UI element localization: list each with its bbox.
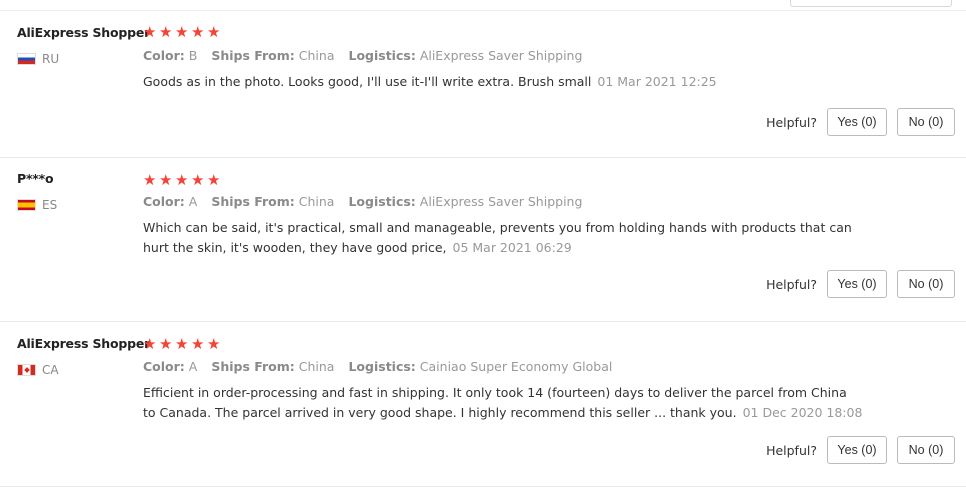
review-text: Goods as in the photo. Looks good, I'll …: [143, 72, 883, 92]
star-icon: ★: [143, 171, 157, 189]
helpful-label: Helpful?: [766, 114, 817, 130]
review-meta: Color: A Ships From: China Logistics: Ca…: [143, 359, 622, 374]
star-icon: ★: [207, 171, 221, 189]
color-value: A: [188, 359, 198, 374]
star-icon: ★: [175, 23, 189, 41]
review-item: P***o ES ★ ★ ★ ★ ★ Color: A Ships From: …: [0, 157, 966, 322]
ships-from-label: Ships From:: [211, 359, 295, 374]
flag-icon: [17, 53, 36, 65]
review-text: Efficient in order-processing and fast i…: [143, 383, 863, 423]
helpful-vote: Helpful? Yes (0) No (0): [766, 270, 966, 298]
country-code: CA: [42, 363, 59, 377]
helpful-no-button[interactable]: No (0): [897, 108, 955, 136]
helpful-no-button[interactable]: No (0): [897, 270, 955, 298]
logistics-value: AliExpress Saver Shipping: [419, 48, 583, 63]
country-code: ES: [42, 198, 58, 212]
helpful-yes-button[interactable]: Yes (0): [827, 108, 887, 136]
rating-stars: ★ ★ ★ ★ ★: [143, 173, 222, 188]
star-icon: ★: [207, 23, 221, 41]
reviewer-country: ES: [17, 198, 57, 212]
review-date: 05 Mar 2021 06:29: [452, 240, 572, 255]
star-icon: ★: [159, 335, 173, 353]
logistics-label: Logistics:: [348, 359, 416, 374]
reviewer-name: AliExpress Shopper: [17, 25, 151, 40]
color-value: B: [188, 48, 198, 63]
star-icon: ★: [175, 335, 189, 353]
helpful-label: Helpful?: [766, 442, 817, 458]
star-icon: ★: [159, 23, 173, 41]
reviewer-country: CA: [17, 363, 59, 377]
review-item: AliExpress Shopper RU ★ ★ ★ ★ ★ Color: B…: [0, 11, 966, 158]
review-date: 01 Mar 2021 12:25: [597, 74, 717, 89]
star-icon: ★: [143, 335, 157, 353]
flag-icon: [17, 199, 36, 211]
review-meta: Color: A Ships From: China Logistics: Al…: [143, 194, 592, 209]
ships-from-value: China: [298, 359, 335, 374]
ships-from-value: China: [298, 48, 335, 63]
logistics-value: AliExpress Saver Shipping: [419, 194, 583, 209]
helpful-vote: Helpful? Yes (0) No (0): [766, 108, 966, 136]
star-icon: ★: [191, 171, 205, 189]
ships-from-value: China: [298, 194, 335, 209]
star-icon: ★: [143, 23, 157, 41]
helpful-vote: Helpful? Yes (0) No (0): [766, 436, 966, 464]
color-label: Color:: [143, 194, 185, 209]
star-icon: ★: [191, 23, 205, 41]
rating-stars: ★ ★ ★ ★ ★: [143, 337, 222, 352]
helpful-label: Helpful?: [766, 276, 817, 292]
color-label: Color:: [143, 359, 185, 374]
helpful-yes-button[interactable]: Yes (0): [827, 270, 887, 298]
logistics-label: Logistics:: [348, 48, 416, 63]
country-code: RU: [42, 52, 60, 66]
color-value: A: [188, 194, 198, 209]
star-icon: ★: [207, 335, 221, 353]
rating-stars: ★ ★ ★ ★ ★: [143, 25, 222, 40]
reviewer-name: AliExpress Shopper: [17, 336, 151, 351]
helpful-yes-button[interactable]: Yes (0): [827, 436, 887, 464]
sort-dropdown-edge[interactable]: [790, 0, 952, 7]
star-icon: ★: [191, 335, 205, 353]
review-item: AliExpress Shopper CA ★ ★ ★ ★ ★ Color: A…: [0, 322, 966, 487]
ships-from-label: Ships From:: [211, 194, 295, 209]
review-text: Which can be said, it's practical, small…: [143, 218, 863, 258]
star-icon: ★: [175, 171, 189, 189]
reviewer-name: P***o: [17, 171, 54, 186]
review-meta: Color: B Ships From: China Logistics: Al…: [143, 48, 592, 63]
color-label: Color:: [143, 48, 185, 63]
logistics-value: Cainiao Super Economy Global: [419, 359, 613, 374]
review-body: Goods as in the photo. Looks good, I'll …: [143, 74, 592, 89]
flag-icon: [17, 364, 36, 376]
review-body: Efficient in order-processing and fast i…: [143, 385, 847, 420]
star-icon: ★: [159, 171, 173, 189]
ships-from-label: Ships From:: [211, 48, 295, 63]
review-date: 01 Dec 2020 18:08: [742, 405, 863, 420]
logistics-label: Logistics:: [348, 194, 416, 209]
reviewer-country: RU: [17, 52, 59, 66]
helpful-no-button[interactable]: No (0): [897, 436, 955, 464]
